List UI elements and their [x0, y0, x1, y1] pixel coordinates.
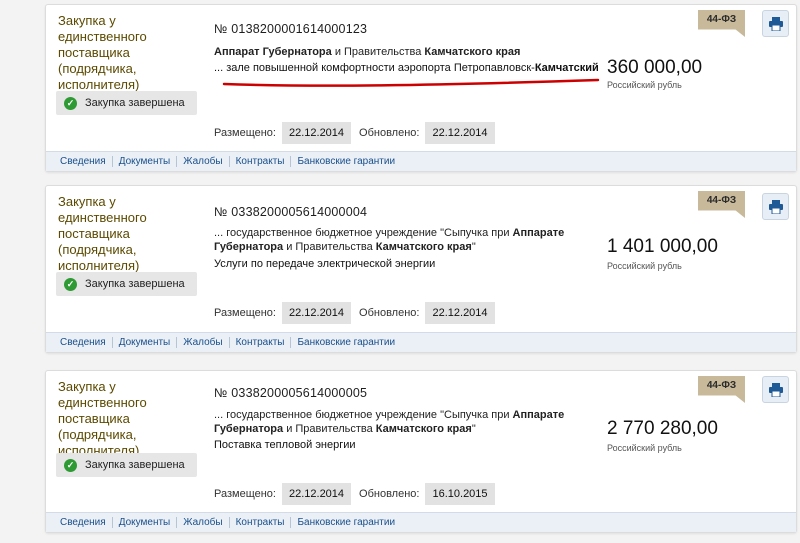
text-fragment: Поставка тепловой энергии [214, 439, 356, 451]
law-badge-text: 44-ФЗ [706, 14, 737, 25]
printer-icon [768, 382, 783, 397]
tab-bank-guarantees[interactable]: Банковские гарантии [291, 337, 401, 348]
card-tabs: Сведения Документы Жалобы Контракты Банк… [46, 332, 796, 352]
text-fragment: ... государственное бюджетное учреждение… [214, 227, 513, 239]
tab-complaints[interactable]: Жалобы [177, 517, 230, 528]
tab-contracts[interactable]: Контракты [230, 517, 292, 528]
printer-icon [768, 199, 783, 214]
posted-label: Размещено: [214, 127, 276, 139]
status-text: Закупка завершена [85, 278, 185, 290]
law-badge: 44-ФЗ [698, 376, 745, 403]
law-badge-text: 44-ФЗ [706, 195, 737, 206]
updated-date: 22.12.2014 [425, 302, 495, 324]
bold-text-fragment: Камчатского края [424, 46, 521, 58]
dates-row: Размещено: 22.12.2014 Обновлено: 22.12.2… [214, 302, 503, 324]
currency: Российский рубль [607, 261, 682, 271]
customer-description: ... государственное бюджетное учреждение… [214, 226, 609, 254]
law-badge-text: 44-ФЗ [706, 380, 737, 391]
customer-description: Аппарат Губернатора и Правительства Камч… [214, 45, 609, 59]
card-tabs: Сведения Документы Жалобы Контракты Банк… [46, 151, 796, 171]
updated-label: Обновлено: [359, 307, 420, 319]
text-fragment: ... зале повышенной комфортности аэропор… [214, 62, 535, 74]
print-button[interactable] [762, 193, 789, 220]
bold-text-fragment: Камчатского края [375, 241, 472, 253]
customer-description: ... государственное бюджетное учреждение… [214, 408, 609, 436]
law-badge: 44-ФЗ [698, 10, 745, 37]
price: 1 401 000,00 [607, 236, 718, 257]
posted-label: Размещено: [214, 307, 276, 319]
status-badge: ✓ Закупка завершена [56, 91, 197, 115]
tab-complaints[interactable]: Жалобы [177, 156, 230, 167]
tab-details[interactable]: Сведения [54, 337, 113, 348]
posted-label: Размещено: [214, 488, 276, 500]
purchase-type-label: Закупка у единственного поставщика (подр… [58, 379, 147, 458]
bold-text-fragment: Камчатского края [375, 423, 472, 435]
tab-details[interactable]: Сведения [54, 156, 113, 167]
updated-label: Обновлено: [359, 488, 420, 500]
updated-label: Обновлено: [359, 127, 420, 139]
purchase-number-link[interactable]: № 0338200005614000005 [214, 386, 367, 400]
posted-date: 22.12.2014 [281, 483, 352, 505]
status-badge: ✓ Закупка завершена [56, 272, 197, 296]
bold-text-fragment: Аппарат Губернатора [214, 46, 332, 58]
tab-complaints[interactable]: Жалобы [177, 337, 230, 348]
bold-text-fragment: Камчатский [534, 62, 599, 74]
dates-row: Размещено: 22.12.2014 Обновлено: 16.10.2… [214, 483, 503, 505]
tab-documents[interactable]: Документы [113, 156, 178, 167]
printer-icon [768, 16, 783, 31]
purchase-card: Закупка у единственного поставщика (подр… [45, 185, 797, 353]
status-text: Закупка завершена [85, 97, 185, 109]
tab-contracts[interactable]: Контракты [230, 156, 292, 167]
tab-details[interactable]: Сведения [54, 517, 113, 528]
posted-date: 22.12.2014 [281, 122, 352, 144]
status-text: Закупка завершена [85, 459, 185, 471]
law-badge: 44-ФЗ [698, 191, 745, 218]
text-fragment: Услуги по передаче электрической энергии [214, 258, 436, 270]
updated-date: 16.10.2015 [425, 483, 495, 505]
updated-date: 22.12.2014 [425, 122, 495, 144]
tab-documents[interactable]: Документы [113, 517, 178, 528]
purchase-object: ... зале повышенной комфортности аэропор… [214, 61, 614, 75]
check-circle-icon: ✓ [64, 458, 77, 472]
dates-row: Размещено: 22.12.2014 Обновлено: 22.12.2… [214, 122, 503, 144]
text-fragment: и Правительства [283, 423, 376, 435]
price: 360 000,00 [607, 57, 703, 78]
check-circle-icon: ✓ [64, 277, 77, 291]
text-fragment: и Правительства [331, 46, 425, 58]
tab-documents[interactable]: Документы [113, 337, 178, 348]
print-button[interactable] [762, 376, 789, 403]
purchase-number-link[interactable]: № 0338200005614000004 [214, 205, 367, 219]
tab-contracts[interactable]: Контракты [230, 337, 292, 348]
tab-bank-guarantees[interactable]: Банковские гарантии [291, 156, 401, 167]
purchase-object: Услуги по передаче электрической энергии [214, 257, 614, 271]
purchase-card: Закупка у единственного поставщика (подр… [45, 370, 797, 533]
currency: Российский рубль [607, 80, 682, 90]
check-circle-icon: ✓ [64, 96, 77, 110]
text-fragment: " [471, 423, 476, 435]
purchase-type-label: Закупка у единственного поставщика (подр… [58, 13, 147, 92]
annotation-underline [222, 78, 600, 87]
purchase-card: Закупка у единственного поставщика (подр… [45, 4, 797, 172]
text-fragment: ... государственное бюджетное учреждение… [214, 409, 513, 421]
posted-date: 22.12.2014 [281, 302, 352, 324]
purchase-type-label: Закупка у единственного поставщика (подр… [58, 194, 147, 273]
text-fragment: и Правительства [283, 241, 376, 253]
currency: Российский рубль [607, 443, 682, 453]
price: 2 770 280,00 [607, 418, 718, 439]
status-badge: ✓ Закупка завершена [56, 453, 197, 477]
purchase-number-link[interactable]: № 0138200001614000123 [214, 22, 367, 36]
text-fragment: " [471, 241, 476, 253]
purchase-object: Поставка тепловой энергии [214, 438, 614, 452]
tab-bank-guarantees[interactable]: Банковские гарантии [291, 517, 401, 528]
print-button[interactable] [762, 10, 789, 37]
